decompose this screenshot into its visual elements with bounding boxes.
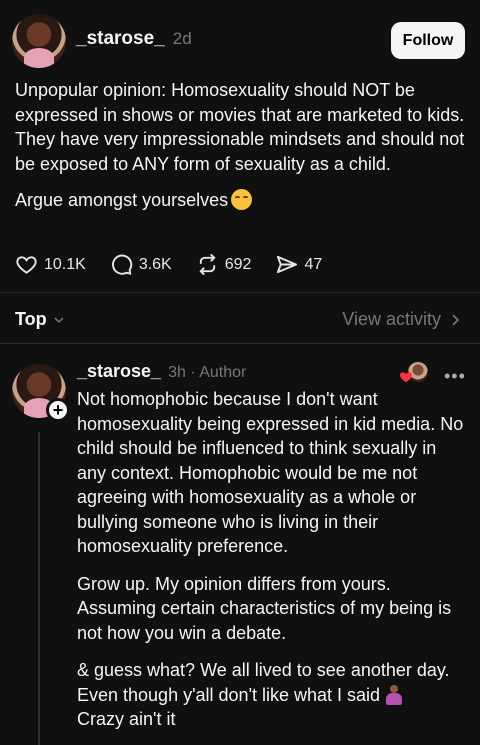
comment-icon [111,254,132,275]
reply-header: _starose_ 3h · Author [77,361,246,382]
relieved-face-emoji [231,189,253,210]
sort-label: Top [15,309,47,329]
post-header: _starose_ 2d [76,28,192,50]
post-time: 2d [172,29,192,48]
reply-body: Not homophobic because I don't want homo… [77,387,467,732]
send-icon [277,255,298,274]
reply-post: + _starose_ 3h · Author ••• Not homophob… [0,344,480,745]
repost-icon [199,253,216,276]
reply-paragraph: Not homophobic because I don't want homo… [77,389,464,556]
comment-count: 3.6K [138,255,172,273]
reply-paragraph: Grow up. My opinion differs from yours. … [77,573,452,643]
like-button[interactable]: 10.1K [15,253,86,276]
post-actions: 10.1K 3.6K 692 47 [15,253,322,276]
post-paragraph: Unpopular opinion: Homosexuality should … [15,80,465,174]
chevron-down-icon [54,316,64,323]
repost-button[interactable]: 692 [196,253,252,276]
share-count: 47 [304,255,323,273]
reply-paragraph: & guess what? We all lived to see anothe… [77,660,450,729]
username[interactable]: _starose_ [76,28,165,50]
shrug-emoji [384,684,404,705]
post-paragraph-2: Argue amongst yourselves [15,188,465,213]
repost-count: 692 [224,255,252,273]
share-button[interactable]: 47 [275,253,322,276]
post-body: Unpopular opinion: Homosexuality should … [15,78,465,225]
avatar[interactable] [12,14,66,68]
like-count: 10.1K [44,255,86,273]
view-activity-link[interactable]: View activity [342,309,460,330]
more-options-icon[interactable]: ••• [444,366,466,387]
view-activity-label: View activity [342,309,441,329]
comment-button[interactable]: 3.6K [110,253,172,276]
chevron-right-icon [452,313,460,326]
follow-button[interactable]: Follow [391,22,465,59]
sort-bar: Top View activity [0,292,480,344]
liked-heart-icon [399,372,413,383]
username[interactable]: _starose_ [77,361,161,382]
reply-time: 3h · Author [168,364,247,381]
thread-line [38,432,40,745]
sort-dropdown[interactable]: Top [15,309,65,330]
follow-plus-icon[interactable]: + [46,398,70,422]
heart-icon [16,256,37,274]
